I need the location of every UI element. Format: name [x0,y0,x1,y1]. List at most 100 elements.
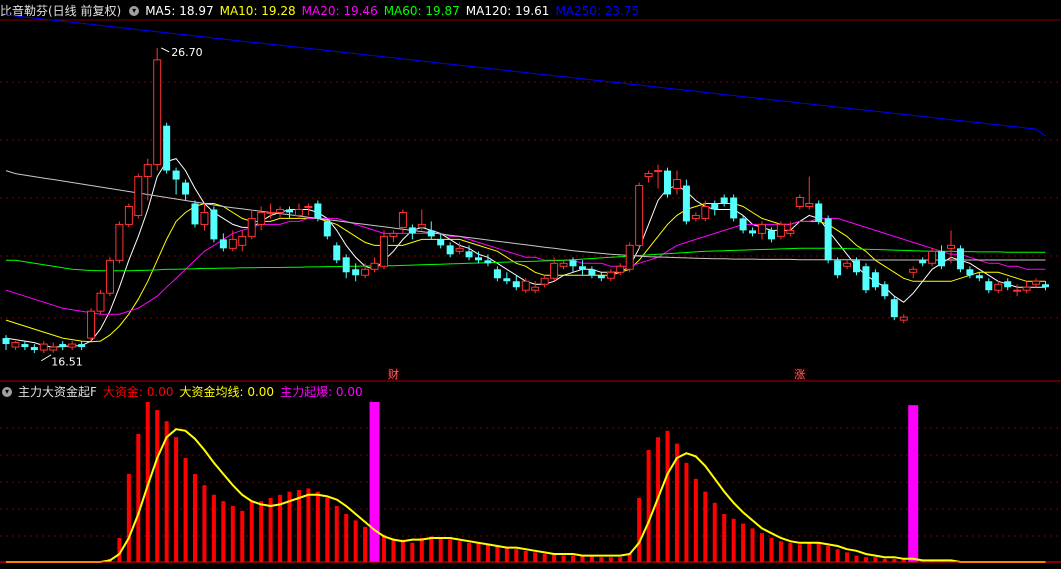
candle-body-down [503,278,511,282]
candle-body-down [853,260,860,273]
candle-body-up [654,170,663,173]
low-pointer [40,354,52,362]
candle-body-down [881,284,889,297]
candle-body-up [1022,286,1031,291]
candle-body-up [87,310,96,339]
big-fund-bar [259,501,264,562]
candle-body-down [588,269,596,276]
candle-body-down [182,182,190,195]
candle-body-down [578,266,586,270]
big-fund-bar [542,554,547,562]
candle-body-down [446,245,454,255]
big-fund-bar [533,552,538,562]
chart-canvas[interactable]: 26.70 16.51 财 涨 [0,0,1061,569]
candle-body-down [739,218,747,231]
candle-body-up [96,292,105,312]
big-fund-bar [306,488,311,562]
big-fund-bar [136,434,141,562]
candle-body-down [352,269,360,276]
big-fund-bar [712,502,717,562]
candle-body-up [672,179,681,190]
candle-body-down [427,230,435,237]
candle-body-up [200,211,209,225]
candle-body-down [871,272,879,288]
big-fund-bar [797,544,802,562]
candle-body-down [21,344,29,348]
high-price-label: 26.70 [171,46,203,59]
candle-body-up [635,185,644,246]
candle-body-up [143,164,152,178]
candle-body-down [975,275,983,279]
big-fund-bar [845,552,850,562]
candle-body-up [909,268,918,273]
candle-body-up [370,262,379,270]
big-fund-bar [400,539,405,562]
event-marker: 财 [388,367,399,381]
candle-body-down [824,218,832,261]
candle-body-down [834,260,842,276]
candle-body-down [682,185,690,222]
candle-body-down [749,230,757,234]
candle-body-down [919,260,927,264]
candle-body-down [815,203,823,222]
candle-body-down [465,251,473,258]
candle-body-up [380,235,388,267]
big-fund-bar [618,557,623,562]
candle-body-down [890,299,898,318]
ma250-line [5,14,1046,137]
big-fund-bar [750,528,755,562]
big-fund-bar [476,542,481,562]
candle-body-up [540,277,549,285]
candle-body-up [1032,280,1041,285]
big-fund-bar [608,557,613,562]
big-fund-bar [523,550,528,562]
low-price-label: 16.51 [51,356,83,369]
big-fund-bar [448,539,453,562]
candle-body-up [49,346,58,351]
candle-body-down [956,248,964,270]
big-fund-bar [240,510,245,562]
candle-body-up [625,244,634,270]
big-fund-bar [769,538,774,562]
big-fund-bar [646,450,651,562]
candle-body-up [361,268,370,276]
big-fund-bar [826,546,831,562]
big-fund-bar [514,549,519,562]
big-fund-bar [467,542,472,562]
candle-body-up [795,196,804,207]
candle-body-up [39,343,48,351]
big-fund-bar [731,518,736,562]
candle-body-down [475,257,482,261]
candle-body-down [286,209,293,213]
big-fund-bar [741,523,746,562]
candle-body-up [606,271,615,279]
main-force-bar [908,405,919,562]
big-fund-bar [438,538,443,562]
big-fund-bar [410,542,415,562]
candle-body-down [512,281,520,288]
candle-body-up [304,205,313,208]
candle-body-up [691,214,700,219]
big-fund-bar [778,541,783,562]
candle-body-up [417,223,426,228]
big-fund-bar [788,542,793,562]
big-fund-bar [722,514,727,562]
candle-body-down [210,209,218,240]
big-fund-ma-line [6,428,1046,563]
candle-body-up [550,262,559,279]
candle-body-up [644,173,653,178]
candle-body-up [994,283,1003,291]
big-fund-bar [835,549,840,562]
big-fund-bar [174,437,179,562]
candle-body-up [843,262,852,267]
candle-body-up [124,205,133,225]
big-fund-bar [760,533,764,562]
high-pointer [160,47,170,53]
big-fund-bar [268,498,273,562]
big-fund-bar [353,520,358,562]
main-force-bar [369,402,380,562]
candle-body-up [398,211,407,228]
candle-body-up [238,235,247,246]
candle-body-up [521,280,530,291]
candle-body-up [68,343,77,348]
